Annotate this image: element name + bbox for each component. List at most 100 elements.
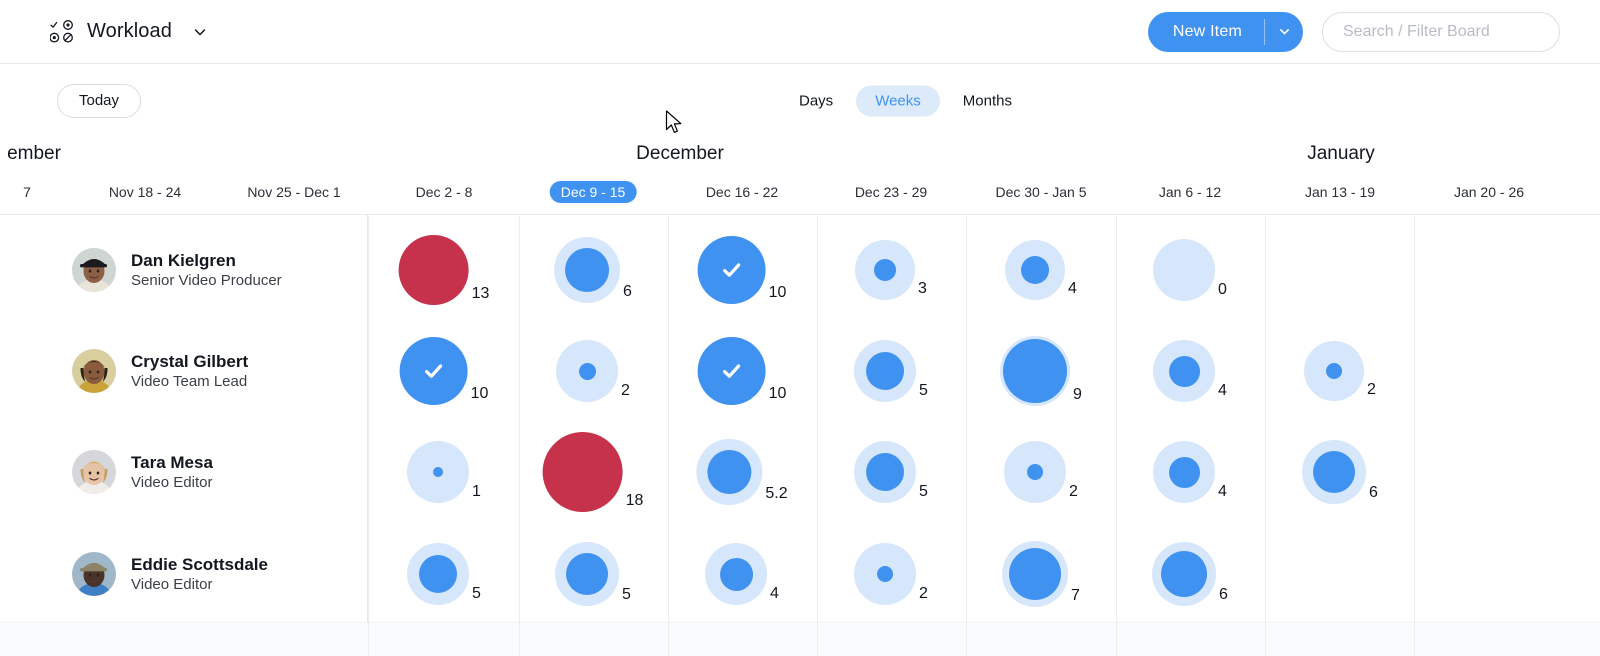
workload-cell[interactable]: 10 <box>697 337 786 405</box>
workload-cell[interactable]: 10 <box>399 337 488 405</box>
workload-bubble-normal <box>1302 440 1367 504</box>
workload-bubble-fill <box>1168 456 1200 488</box>
zoom-option-weeks[interactable]: Weeks <box>856 85 940 116</box>
person-name: Dan Kielgren <box>131 250 236 270</box>
week-label[interactable]: Dec 16 - 22 <box>695 181 789 203</box>
chevron-down-icon[interactable] <box>183 23 209 41</box>
workload-cell[interactable]: 2 <box>1304 341 1376 401</box>
workload-bubble-normal <box>554 237 621 303</box>
workload-cell[interactable]: 2 <box>556 340 630 402</box>
week-label[interactable]: Jan 20 - 26 <box>1443 181 1535 203</box>
workload-value: 4 <box>1218 382 1227 399</box>
workload-cell[interactable]: 3 <box>855 240 927 300</box>
workload-cell[interactable]: 6 <box>554 237 632 303</box>
week-label[interactable]: 7 <box>12 181 42 203</box>
workload-cell[interactable]: 9 <box>1000 336 1082 406</box>
check-icon <box>425 364 443 378</box>
workload-bubble-complete <box>697 337 766 405</box>
workload-cell[interactable]: 0 <box>1153 239 1227 301</box>
workload-cell[interactable]: 5 <box>854 340 928 402</box>
board-identity[interactable]: Workload <box>50 19 209 44</box>
week-label[interactable]: Nov 25 - Dec 1 <box>236 181 351 203</box>
new-item-button[interactable]: New Item <box>1148 12 1264 52</box>
workload-value: 2 <box>919 585 928 602</box>
avatar <box>72 248 116 292</box>
week-label[interactable]: Jan 13 - 19 <box>1294 181 1386 203</box>
today-button[interactable]: Today <box>57 83 142 118</box>
workload-cell[interactable]: 7 <box>1002 541 1080 607</box>
zoom-option-months[interactable]: Months <box>944 85 1031 116</box>
workload-bubble-normal <box>696 439 763 505</box>
workload-value: 4 <box>770 585 779 602</box>
workload-cell[interactable]: 1 <box>407 441 481 503</box>
month-header-row: ember December January <box>0 137 1600 175</box>
week-label[interactable]: Jan 6 - 12 <box>1148 181 1232 203</box>
person-role: Video Editor <box>131 473 213 491</box>
workload-bubble-fill <box>419 555 458 593</box>
workload-bubble-fill <box>1027 464 1044 480</box>
person-row-header[interactable]: Eddie Scottsdale Video Editor <box>72 552 268 596</box>
week-label-current[interactable]: Dec 9 - 15 <box>549 181 637 203</box>
column-divider <box>1265 215 1266 656</box>
search-input[interactable] <box>1341 21 1541 42</box>
column-divider <box>668 215 669 656</box>
workload-value: 1 <box>472 483 481 500</box>
workload-value: 9 <box>1073 386 1082 403</box>
workload-value: 2 <box>621 382 630 399</box>
week-label[interactable]: Dec 2 - 8 <box>405 181 484 203</box>
workload-bubble-normal <box>854 543 917 605</box>
new-item-dropdown-button[interactable] <box>1265 12 1303 52</box>
workload-bubble-normal <box>1004 441 1067 503</box>
workload-bubble-normal <box>1005 240 1066 300</box>
zoom-option-days[interactable]: Days <box>780 85 852 116</box>
workload-bubble-fill <box>719 557 753 591</box>
column-divider <box>1414 215 1415 656</box>
search-filter-box[interactable] <box>1322 11 1560 52</box>
workload-cell[interactable]: 6 <box>1152 542 1228 606</box>
column-divider <box>519 215 520 656</box>
workload-cell[interactable]: 5 <box>854 441 928 503</box>
workload-value: 6 <box>1369 484 1378 501</box>
workload-cell[interactable]: 5 <box>555 542 631 606</box>
workload-cell[interactable]: 2 <box>854 543 928 605</box>
workload-cell[interactable]: 18 <box>542 432 644 512</box>
person-role: Senior Video Producer <box>131 271 282 289</box>
person-row-header[interactable]: Tara Mesa Video Editor <box>72 450 213 494</box>
workload-cell[interactable]: 4 <box>705 543 779 605</box>
workload-cell[interactable]: 4 <box>1153 441 1227 503</box>
workload-bubble-normal <box>555 542 620 606</box>
workload-bubble-fill <box>1009 548 1062 600</box>
person-row-header[interactable]: Crystal Gilbert Video Team Lead <box>72 349 248 393</box>
week-label[interactable]: Dec 23 - 29 <box>844 181 938 203</box>
workload-bubble-fill <box>433 467 444 477</box>
workload-bubble-complete <box>697 236 766 304</box>
person-role: Video Team Lead <box>131 372 248 390</box>
zoom-level-group: Days Weeks Months <box>780 85 1031 116</box>
week-label[interactable]: Nov 18 - 24 <box>98 181 192 203</box>
workload-cell[interactable]: 4 <box>1005 240 1077 300</box>
workload-cell[interactable]: 10 <box>697 236 786 304</box>
workload-bubble-normal <box>1002 541 1069 607</box>
workload-bubble-fill <box>866 453 905 491</box>
top-bar-actions: New Item <box>1147 11 1560 52</box>
workload-bubble-normal <box>1304 341 1365 401</box>
workload-bubble-normal <box>407 543 470 605</box>
column-divider <box>368 215 369 656</box>
workload-bubble-normal <box>855 240 916 300</box>
workload-cell[interactable]: 4 <box>1153 340 1227 402</box>
workload-value: 5 <box>919 382 928 399</box>
week-label[interactable]: Dec 30 - Jan 5 <box>984 181 1097 203</box>
workload-value: 4 <box>1218 483 1227 500</box>
workload-cell[interactable]: 5 <box>407 543 481 605</box>
person-row-header[interactable]: Dan Kielgren Senior Video Producer <box>72 248 282 292</box>
workload-cell[interactable]: 13 <box>398 235 489 305</box>
workload-cell[interactable]: 2 <box>1004 441 1078 503</box>
workload-value: 18 <box>625 492 644 509</box>
workload-cell[interactable]: 6 <box>1302 440 1378 504</box>
workload-bubble-normal <box>407 441 470 503</box>
week-header-row: 7 Nov 18 - 24 Nov 25 - Dec 1 Dec 2 - 8 Dec 9… <box>0 175 1600 215</box>
workload-cell[interactable]: 5.2 <box>696 439 788 505</box>
chevron-down-icon <box>1277 24 1292 39</box>
month-label: January <box>1307 143 1375 164</box>
workload-bubble-normal <box>1000 336 1071 406</box>
